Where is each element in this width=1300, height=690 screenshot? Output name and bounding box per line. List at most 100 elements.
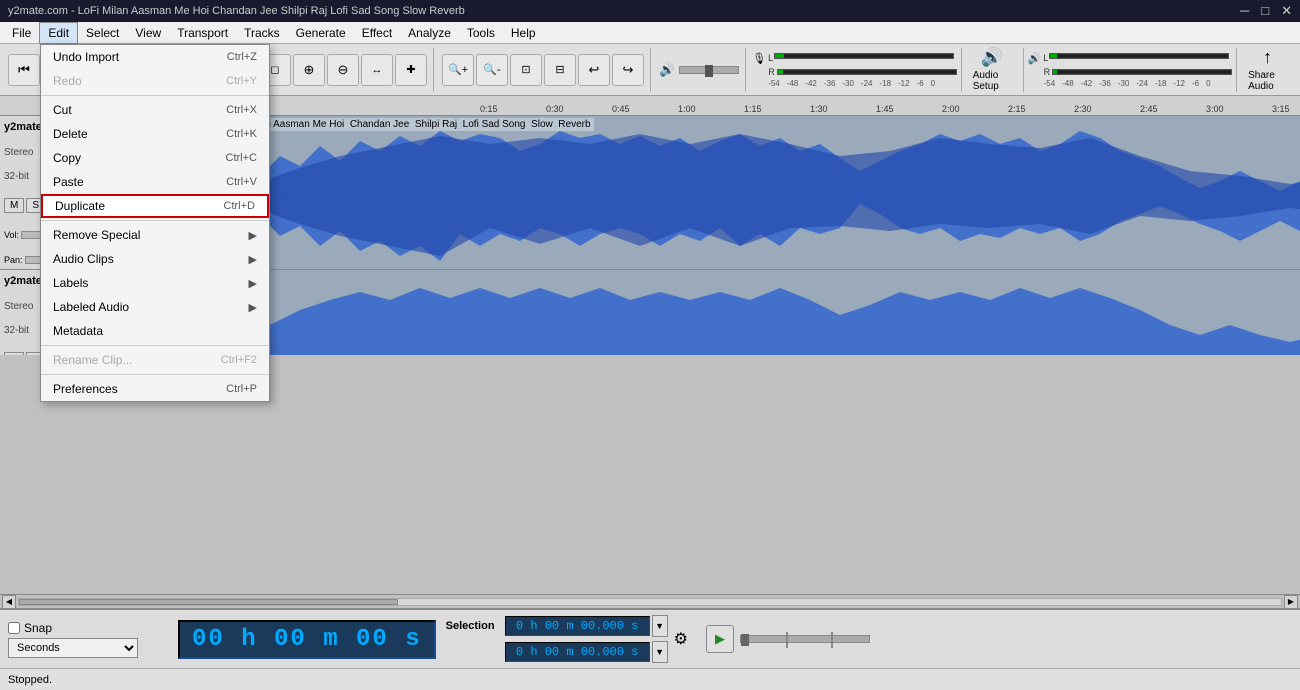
mute-button-1[interactable]: M bbox=[4, 198, 24, 213]
scroll-track[interactable] bbox=[18, 598, 1282, 606]
multi-tool[interactable]: ✚ bbox=[395, 54, 427, 86]
redo-button[interactable]: ↪ bbox=[612, 54, 644, 86]
menu-labels[interactable]: Labels ▶ bbox=[41, 271, 269, 295]
waveform-svg-1 bbox=[240, 116, 1300, 269]
play-green-button[interactable]: ▶ bbox=[706, 625, 734, 653]
title-text: y2mate.com - LoFi Milan Aasman Me Hoi Ch… bbox=[8, 5, 465, 17]
speed-marker bbox=[786, 632, 788, 648]
ruler-mark: 2:45 bbox=[1140, 104, 1158, 114]
ruler-mark: 1:15 bbox=[744, 104, 762, 114]
time-display: 00 h 00 m 00 s bbox=[178, 620, 436, 659]
status-bar: Stopped. bbox=[0, 668, 1300, 690]
menu-bar: File Edit Select View Transport Tracks G… bbox=[0, 22, 1300, 44]
menu-remove-special[interactable]: Remove Special ▶ bbox=[41, 223, 269, 247]
selection-dropdown-1[interactable]: ▼ bbox=[652, 615, 668, 637]
menu-cut[interactable]: Cut Ctrl+X bbox=[41, 98, 269, 122]
mic-icon: 🎙 bbox=[752, 52, 766, 65]
menu-delete[interactable]: Delete Ctrl+K bbox=[41, 122, 269, 146]
speed-marker2 bbox=[831, 632, 833, 648]
separator-2 bbox=[41, 220, 269, 221]
share-audio-icon: ↑ bbox=[1263, 47, 1272, 68]
seconds-select[interactable]: Seconds bbox=[8, 638, 138, 658]
share-audio-label: Share Audio bbox=[1248, 70, 1287, 92]
speed-slider[interactable] bbox=[740, 635, 870, 643]
track-waveform-2[interactable]: 1.0 0.0 -1.0 bbox=[240, 270, 1300, 355]
title-bar: y2mate.com - LoFi Milan Aasman Me Hoi Ch… bbox=[0, 0, 1300, 22]
selection-area: Selection 0 h 00 m 00.000 s ▼ 0 h 00 m 0… bbox=[446, 615, 688, 663]
menu-paste[interactable]: Paste Ctrl+V bbox=[41, 170, 269, 194]
scroll-thumb[interactable] bbox=[19, 599, 398, 605]
separator-4 bbox=[41, 374, 269, 375]
zoom-in-tool[interactable]: ⊕ bbox=[293, 54, 325, 86]
audio-setup-button[interactable]: 🔊 Audio Setup bbox=[964, 44, 1021, 95]
ruler-mark: 2:15 bbox=[1008, 104, 1026, 114]
menu-rename-clip[interactable]: Rename Clip... Ctrl+F2 bbox=[41, 348, 269, 372]
share-audio-button[interactable]: ↑ Share Audio bbox=[1239, 42, 1296, 97]
input-meter-area: 🎙 L R -54-48-42-36-30-24-18-12-60 bbox=[748, 48, 962, 92]
menu-redo[interactable]: Redo Ctrl+Y bbox=[41, 69, 269, 93]
menu-generate[interactable]: Generate bbox=[288, 22, 354, 44]
menu-undo-import[interactable]: Undo Import Ctrl+Z bbox=[41, 45, 269, 69]
menu-copy[interactable]: Copy Ctrl+C bbox=[41, 146, 269, 170]
minimize-button[interactable]: ─ bbox=[1240, 3, 1249, 19]
snap-label: Snap bbox=[24, 621, 52, 635]
volume-group: 🔊 bbox=[653, 48, 746, 92]
output-icon: 🔊 bbox=[1028, 52, 1042, 65]
selection-settings-icon[interactable]: ⚙ bbox=[674, 629, 688, 649]
selection-input-1[interactable]: 0 h 00 m 00.000 s bbox=[505, 616, 650, 636]
menu-view[interactable]: View bbox=[127, 22, 169, 44]
menu-tools[interactable]: Tools bbox=[459, 22, 503, 44]
menu-audio-clips[interactable]: Audio Clips ▶ bbox=[41, 247, 269, 271]
menu-analyze[interactable]: Analyze bbox=[400, 22, 459, 44]
selection-dropdown-2[interactable]: ▼ bbox=[652, 641, 668, 663]
separator-1 bbox=[41, 95, 269, 96]
snap-area: Snap Seconds bbox=[8, 621, 168, 658]
menu-metadata[interactable]: Metadata bbox=[41, 319, 269, 343]
ruler-mark: 0:30 bbox=[546, 104, 564, 114]
ruler-mark: 0:45 bbox=[612, 104, 630, 114]
track-waveform-1[interactable]: Milan Aasman Me Hoi Chandan Jee Shilpi R… bbox=[240, 116, 1300, 269]
menu-tracks[interactable]: Tracks bbox=[236, 22, 288, 44]
separator-3 bbox=[41, 345, 269, 346]
menu-labeled-audio[interactable]: Labeled Audio ▶ bbox=[41, 295, 269, 319]
zoom-sel-button[interactable]: ⊟ bbox=[544, 54, 576, 86]
ruler-mark: 2:30 bbox=[1074, 104, 1092, 114]
pan-label-1: Pan: bbox=[4, 255, 23, 265]
status-text: Stopped. bbox=[8, 674, 52, 686]
playback-speed-area: ▶ bbox=[706, 625, 870, 653]
output-meter-area: 🔊 L R -54-48-42-36-30-24-18-12-60 bbox=[1023, 48, 1238, 92]
menu-edit[interactable]: Edit bbox=[39, 22, 78, 44]
undo-button[interactable]: ↩ bbox=[578, 54, 610, 86]
menu-select[interactable]: Select bbox=[78, 22, 127, 44]
snap-checkbox[interactable] bbox=[8, 622, 20, 634]
menu-preferences[interactable]: Preferences Ctrl+P bbox=[41, 377, 269, 401]
ruler-marks-area[interactable]: 0:15 0:30 0:45 1:00 1:15 1:30 1:45 2:00 … bbox=[480, 96, 1300, 116]
edit-menu-dropdown: Undo Import Ctrl+Z Redo Ctrl+Y Cut Ctrl+… bbox=[40, 44, 270, 402]
mute-button-2[interactable]: M bbox=[4, 352, 24, 355]
title-controls[interactable]: ─ □ ✕ bbox=[1240, 3, 1292, 19]
zoom-out-button[interactable]: 🔍- bbox=[476, 54, 508, 86]
skip-start-button[interactable]: ⏮ bbox=[8, 54, 40, 86]
menu-file[interactable]: File bbox=[4, 22, 39, 44]
bottom-toolbar: Snap Seconds 00 h 00 m 00 s Selection 0 … bbox=[0, 608, 1300, 668]
playback-volume-slider[interactable] bbox=[679, 66, 739, 74]
zoom-in-button[interactable]: 🔍+ bbox=[442, 54, 474, 86]
menu-help[interactable]: Help bbox=[503, 22, 544, 44]
maximize-button[interactable]: □ bbox=[1261, 3, 1269, 19]
close-button[interactable]: ✕ bbox=[1281, 3, 1292, 19]
selection-input-2[interactable]: 0 h 00 m 00.000 s bbox=[505, 642, 650, 662]
time-shift-tool[interactable]: ↔ bbox=[361, 54, 393, 86]
selection-label: Selection bbox=[446, 620, 501, 632]
horizontal-scrollbar[interactable]: ◀ ▶ bbox=[0, 594, 1300, 608]
clip-label-1: Milan Aasman Me Hoi Chandan Jee Shilpi R… bbox=[244, 118, 594, 131]
zoom-out-tool[interactable]: ⊖ bbox=[327, 54, 359, 86]
menu-effect[interactable]: Effect bbox=[354, 22, 400, 44]
fit-button[interactable]: ⊡ bbox=[510, 54, 542, 86]
ruler-mark: 1:45 bbox=[876, 104, 894, 114]
scroll-left-button[interactable]: ◀ bbox=[2, 595, 16, 609]
menu-transport[interactable]: Transport bbox=[169, 22, 236, 44]
menu-duplicate[interactable]: Duplicate Ctrl+D bbox=[41, 194, 269, 218]
speaker-icon: 🔊 bbox=[659, 62, 675, 78]
scroll-right-button[interactable]: ▶ bbox=[1284, 595, 1298, 609]
zoom-group: 🔍+ 🔍- ⊡ ⊟ ↩ ↪ bbox=[436, 48, 651, 92]
